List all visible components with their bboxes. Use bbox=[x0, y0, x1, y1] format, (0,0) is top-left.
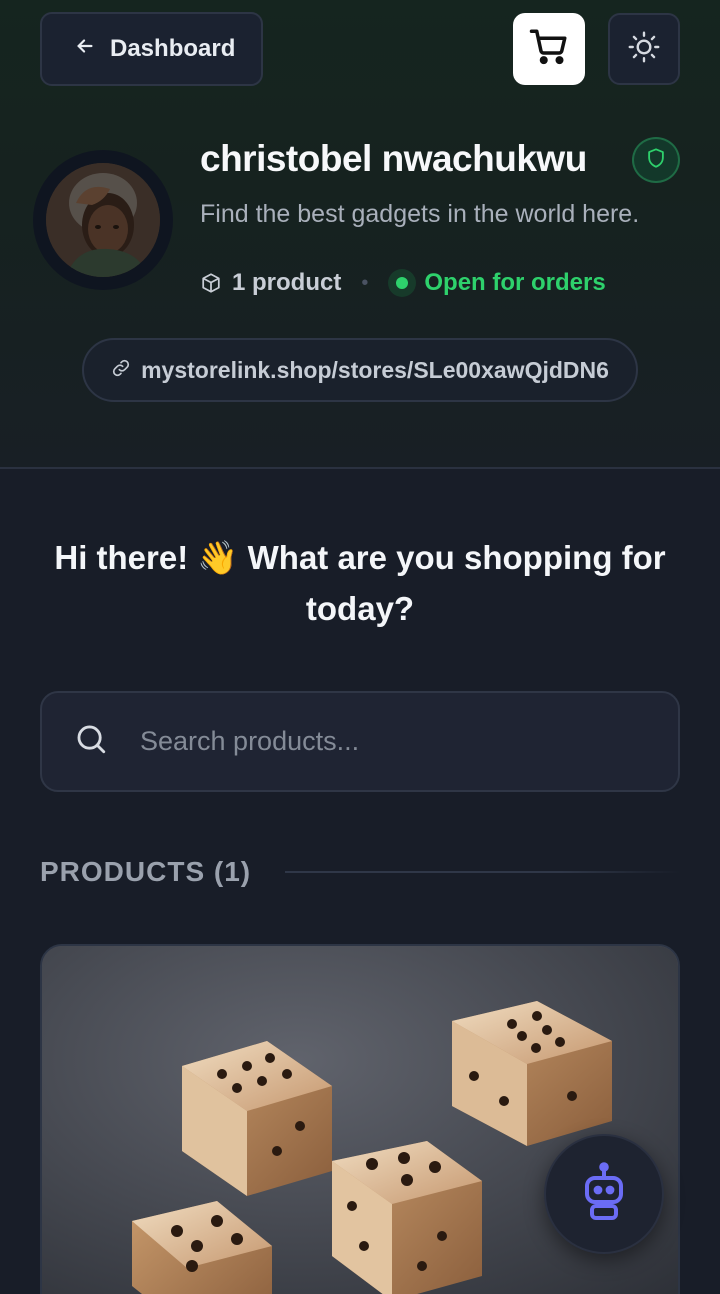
dashboard-back-label: Dashboard bbox=[110, 35, 236, 62]
store-name: christobel nwachukwu bbox=[200, 138, 587, 179]
shield-icon bbox=[645, 147, 667, 174]
products-section-title: PRODUCTS (1) bbox=[40, 856, 252, 887]
store-meta: 1 product • Open for orders bbox=[200, 266, 606, 300]
meta-separator: • bbox=[361, 271, 369, 294]
search-bar[interactable] bbox=[40, 691, 680, 792]
store-link-button[interactable]: mystorelink.shop/stores/SLe00xawQjdDN6 bbox=[82, 338, 638, 402]
product-count: 1 product bbox=[232, 269, 342, 296]
theme-toggle-button[interactable] bbox=[608, 13, 680, 85]
sun-icon bbox=[626, 29, 662, 70]
package-icon bbox=[200, 272, 222, 294]
link-icon bbox=[111, 357, 131, 384]
section-divider bbox=[285, 871, 680, 873]
store-page: Dashboard christobel nwachukwu Find the … bbox=[0, 0, 720, 1294]
verified-shield-badge bbox=[632, 137, 680, 183]
products-section-header: PRODUCTS (1) bbox=[40, 852, 680, 892]
cart-icon bbox=[528, 26, 570, 73]
search-icon bbox=[74, 722, 108, 761]
open-status-label: Open for orders bbox=[424, 269, 606, 296]
robot-icon bbox=[580, 1161, 628, 1227]
open-status: Open for orders bbox=[388, 269, 606, 297]
store-avatar bbox=[33, 150, 173, 290]
store-tagline: Find the best gadgets in the world here. bbox=[200, 200, 640, 228]
search-input[interactable] bbox=[140, 726, 660, 757]
store-link-text: mystorelink.shop/stores/SLe00xawQjdDN6 bbox=[141, 356, 609, 383]
ai-assistant-button[interactable] bbox=[544, 1134, 664, 1254]
status-dot-icon bbox=[388, 269, 417, 297]
arrow-left-icon bbox=[74, 35, 96, 64]
dashboard-back-button[interactable]: Dashboard bbox=[40, 12, 263, 86]
cart-button[interactable] bbox=[513, 13, 585, 85]
store-header: Dashboard christobel nwachukwu Find the … bbox=[0, 0, 720, 469]
greeting-heading: Hi there! 👋 What are you shopping for to… bbox=[54, 539, 666, 627]
